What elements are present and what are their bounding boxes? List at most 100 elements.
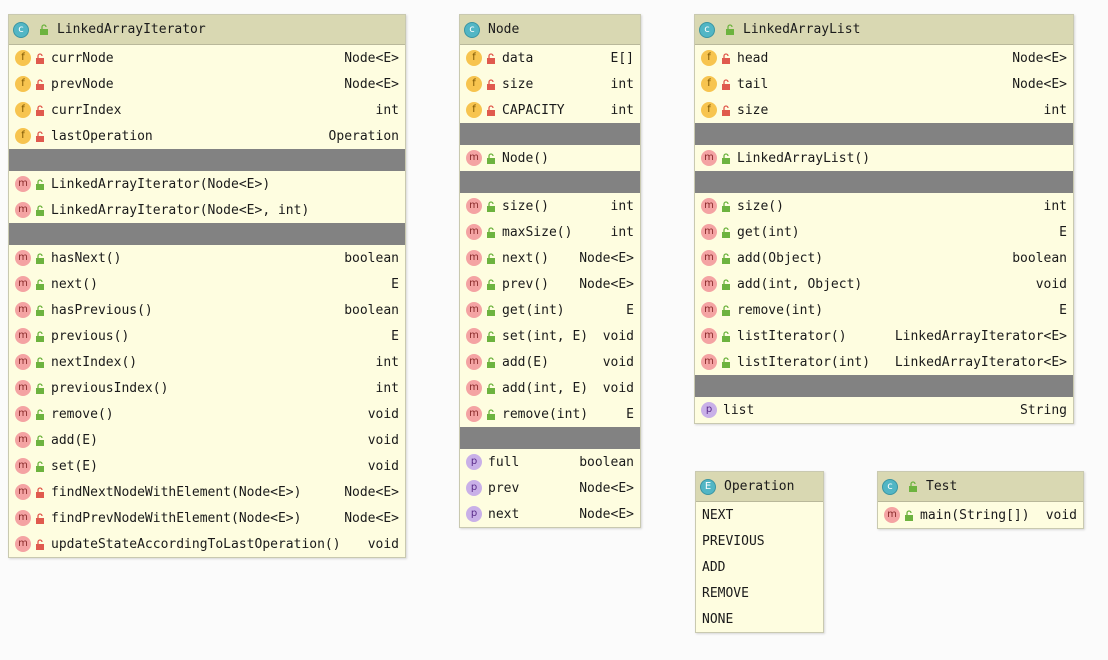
class-linkedarraylist[interactable]: c LinkedArrayList f head Node<E> f tail Node… <box>694 14 1074 424</box>
field-row[interactable]: f data E[] <box>460 45 640 71</box>
method-row[interactable]: m prev() Node<E> <box>460 271 640 297</box>
enum-operation[interactable]: E Operation NEXT PREVIOUS ADD REMOVE NON… <box>695 471 824 633</box>
method-row[interactable]: m add(int, E) void <box>460 375 640 401</box>
method-row[interactable]: m previousIndex() int <box>9 375 405 401</box>
method-row[interactable]: m main(String[]) void <box>878 502 1083 528</box>
public-lock-icon <box>722 278 730 290</box>
field-name: currNode <box>51 50 114 66</box>
method-row[interactable]: m hasPrevious() boolean <box>9 297 405 323</box>
class-node[interactable]: c Node f data E[] f size int f CAPACITY int m N… <box>459 14 641 528</box>
public-lock-icon <box>487 330 495 342</box>
method-row[interactable]: m size() int <box>695 193 1073 219</box>
field-row[interactable]: f size int <box>695 97 1073 123</box>
class-icon: c <box>464 21 480 38</box>
method-type: void <box>367 458 399 474</box>
method-row[interactable]: m set(E) void <box>9 453 405 479</box>
method-name: next() <box>51 276 98 292</box>
method-row[interactable]: m updateStateAccordingToLastOperation() vo… <box>9 531 405 557</box>
class-header[interactable]: c LinkedArrayList <box>695 15 1073 45</box>
constructor-row[interactable]: m LinkedArrayIterator(Node<E>) <box>9 171 405 197</box>
class-header[interactable]: c LinkedArrayIterator <box>9 15 405 45</box>
method-row[interactable]: m add(int, Object) void <box>695 271 1073 297</box>
method-row[interactable]: m get(int) E <box>695 219 1073 245</box>
method-type: void <box>1045 507 1077 523</box>
private-lock-icon <box>487 78 495 90</box>
method-row[interactable]: m add(E) void <box>460 349 640 375</box>
property-row[interactable]: p full boolean <box>460 449 640 475</box>
field-row[interactable]: f head Node<E> <box>695 45 1073 71</box>
method-row[interactable]: m nextIndex() int <box>9 349 405 375</box>
constructor-row[interactable]: m LinkedArrayList() <box>695 145 1073 171</box>
method-row[interactable]: m hasNext() boolean <box>9 245 405 271</box>
enum-value[interactable]: PREVIOUS <box>696 528 823 554</box>
field-row[interactable]: f currIndex int <box>9 97 405 123</box>
field-row[interactable]: f currNode Node<E> <box>9 45 405 71</box>
method-row[interactable]: m maxSize() int <box>460 219 640 245</box>
method-type: void <box>602 354 634 370</box>
method-row[interactable]: m listIterator(int) LinkedArrayIterator<E> <box>695 349 1073 375</box>
property-row[interactable]: p list String <box>695 397 1073 423</box>
method-row[interactable]: m remove(int) E <box>695 297 1073 323</box>
method-type: LinkedArrayIterator<E> <box>894 328 1067 344</box>
property-icon: p <box>466 480 482 496</box>
property-row[interactable]: p next Node<E> <box>460 501 640 527</box>
field-name: size <box>737 102 769 118</box>
public-lock-icon <box>487 152 495 164</box>
method-icon: m <box>15 432 31 448</box>
public-lock-icon <box>487 278 495 290</box>
method-name: hasNext() <box>51 250 122 266</box>
class-icon: c <box>699 21 715 38</box>
method-row[interactable]: m previous() E <box>9 323 405 349</box>
field-row[interactable]: f size int <box>460 71 640 97</box>
enum-value[interactable]: REMOVE <box>696 580 823 606</box>
private-lock-icon <box>36 486 44 498</box>
method-name: findNextNodeWithElement(Node<E>) <box>51 484 302 500</box>
enum-value[interactable]: NONE <box>696 606 823 632</box>
method-row[interactable]: m listIterator() LinkedArrayIterator<E> <box>695 323 1073 349</box>
field-type: Node<E> <box>1012 50 1067 66</box>
class-title: LinkedArrayIterator <box>57 22 206 37</box>
method-row[interactable]: m add(Object) boolean <box>695 245 1073 271</box>
constructor-name: LinkedArrayIterator(Node<E>) <box>51 176 271 192</box>
field-row[interactable]: f tail Node<E> <box>695 71 1073 97</box>
method-row[interactable]: m next() Node<E> <box>460 245 640 271</box>
method-row[interactable]: m remove() void <box>9 401 405 427</box>
public-lock-icon <box>36 330 44 342</box>
method-icon: m <box>466 328 482 344</box>
method-row[interactable]: m findNextNodeWithElement(Node<E>) Node<E> <box>9 479 405 505</box>
static-field-icon: f <box>466 102 482 118</box>
method-row[interactable]: m remove(int) E <box>460 401 640 427</box>
methods-section: m main(String[]) void <box>878 502 1083 528</box>
property-row[interactable]: p prev Node<E> <box>460 475 640 501</box>
method-row[interactable]: m next() E <box>9 271 405 297</box>
method-row[interactable]: m size() int <box>460 193 640 219</box>
field-type: E[] <box>610 50 634 66</box>
method-row[interactable]: m add(E) void <box>9 427 405 453</box>
enum-value[interactable]: NEXT <box>696 502 823 528</box>
field-row[interactable]: f CAPACITY int <box>460 97 640 123</box>
method-icon: m <box>701 354 717 370</box>
field-icon: f <box>15 76 31 92</box>
method-type: void <box>367 406 399 422</box>
field-row[interactable]: f lastOperation Operation <box>9 123 405 149</box>
methods-section: m hasNext() boolean m next() E m hasPrevious(… <box>9 245 405 557</box>
method-icon: m <box>701 328 717 344</box>
field-row[interactable]: f prevNode Node<E> <box>9 71 405 97</box>
method-type: void <box>1035 276 1067 292</box>
method-row[interactable]: m findPrevNodeWithElement(Node<E>) Node<E> <box>9 505 405 531</box>
enum-value[interactable]: ADD <box>696 554 823 580</box>
field-icon: f <box>15 102 31 118</box>
method-icon: m <box>701 224 717 240</box>
class-header[interactable]: E Operation <box>696 472 823 502</box>
method-type: int <box>375 380 399 396</box>
class-header[interactable]: c Test <box>878 472 1083 502</box>
constructor-row[interactable]: m LinkedArrayIterator(Node<E>, int) <box>9 197 405 223</box>
class-test[interactable]: c Test m main(String[]) void <box>877 471 1084 529</box>
class-header[interactable]: c Node <box>460 15 640 45</box>
method-name: prev() <box>502 276 549 292</box>
method-icon: m <box>15 354 31 370</box>
method-row[interactable]: m get(int) E <box>460 297 640 323</box>
method-row[interactable]: m set(int, E) void <box>460 323 640 349</box>
constructor-row[interactable]: m Node() <box>460 145 640 171</box>
class-linkedarrayiterator[interactable]: c LinkedArrayIterator f currNode Node<E> f… <box>8 14 406 558</box>
